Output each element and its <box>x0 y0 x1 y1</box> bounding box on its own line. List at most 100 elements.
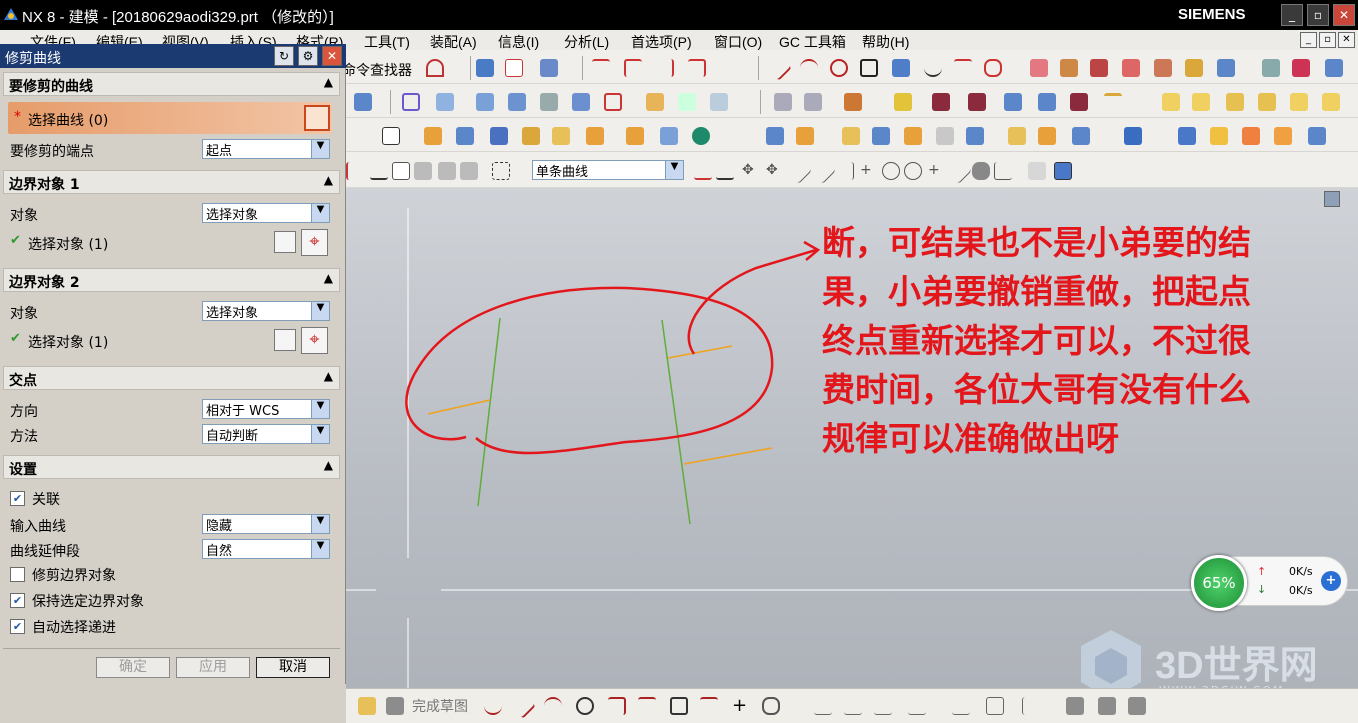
menu-analysis[interactable]: 分析(L) <box>564 32 609 52</box>
chamfer-icon[interactable] <box>872 127 890 145</box>
sketch-view-icon[interactable] <box>1066 697 1084 715</box>
boundary1-object-dropdown[interactable]: 选择对象 ▼ <box>202 203 330 223</box>
finish-sketch-label[interactable]: 完成草图 <box>412 696 468 716</box>
measure-icon[interactable] <box>894 93 912 111</box>
box-icon-f[interactable] <box>1322 93 1340 111</box>
follow-fillet-icon[interactable] <box>716 162 734 180</box>
quick-trim-icon[interactable] <box>814 697 832 715</box>
info-icon[interactable] <box>540 59 558 77</box>
offset-face-icon[interactable] <box>1262 59 1280 77</box>
sketch-point-icon[interactable]: + <box>732 695 750 716</box>
apply-button[interactable]: 应用 <box>176 657 250 678</box>
section-intersection[interactable]: 交点 ▲ <box>3 366 340 390</box>
trim-boundary-checkbox[interactable] <box>10 567 25 582</box>
collapse-icon[interactable]: ▲ <box>324 75 333 89</box>
reattach-icon[interactable] <box>1098 697 1116 715</box>
intersect-curve-icon[interactable] <box>1154 59 1172 77</box>
section-settings[interactable]: 设置 ▲ <box>3 455 340 479</box>
select-all-icon[interactable] <box>392 162 410 180</box>
add-icon[interactable]: + <box>1321 571 1341 591</box>
project-icon[interactable] <box>1122 59 1140 77</box>
patch-icon[interactable] <box>804 93 822 111</box>
delete-face-icon[interactable] <box>1072 127 1090 145</box>
quadrant-snap-icon[interactable] <box>904 162 922 180</box>
box-icon-e[interactable] <box>1290 93 1308 111</box>
point-on-curve-snap-icon[interactable] <box>946 158 972 184</box>
existing-point-snap-icon[interactable]: + <box>928 162 946 180</box>
unite-icon[interactable] <box>490 127 508 145</box>
add-point-icon[interactable] <box>274 329 296 351</box>
shell-icon[interactable] <box>936 127 954 145</box>
thread-icon[interactable] <box>660 127 678 145</box>
input-curve-dropdown[interactable]: 隐藏 ▼ <box>202 514 330 534</box>
boundary-line-right[interactable] <box>661 319 691 525</box>
draft-icon[interactable] <box>904 127 922 145</box>
select-object-label-1[interactable]: 选择对象 (1) <box>28 234 108 254</box>
corner-icon[interactable] <box>688 59 706 77</box>
doc-close-button[interactable]: ✕ <box>1338 32 1355 48</box>
edge-blend-icon[interactable] <box>842 127 860 145</box>
line-icon[interactable] <box>766 55 792 81</box>
extract-icon[interactable] <box>1217 59 1235 77</box>
auto-progress-checkbox[interactable]: ✔ <box>10 619 25 634</box>
feature-icon-b[interactable] <box>968 93 986 111</box>
menu-help[interactable]: 帮助(H) <box>862 32 909 52</box>
feature-icon-c[interactable] <box>1004 93 1022 111</box>
sketch-spline-icon[interactable] <box>700 697 718 715</box>
feature-icon-a[interactable] <box>932 93 950 111</box>
sketch-task-icon[interactable] <box>358 697 376 715</box>
control-point-snap-icon[interactable] <box>836 162 854 180</box>
through-curves-icon[interactable] <box>436 93 454 111</box>
rectangle-icon[interactable] <box>860 59 878 77</box>
cone-icon[interactable] <box>1210 127 1228 145</box>
box-icon-c[interactable] <box>1226 93 1244 111</box>
bounded-grid-snap-icon[interactable] <box>994 162 1012 180</box>
graphics-corner-button[interactable] <box>1324 191 1340 207</box>
hole-icon[interactable] <box>586 127 604 145</box>
profile-icon[interactable] <box>484 697 502 715</box>
endpoint-dropdown[interactable]: 起点 ▼ <box>202 139 330 159</box>
menu-window[interactable]: 窗口(O) <box>714 32 762 52</box>
datum-plane-icon[interactable] <box>354 93 372 111</box>
selection-intent-icon[interactable] <box>460 162 478 180</box>
finish-sketch-icon[interactable] <box>386 697 404 715</box>
selection-box-icon[interactable] <box>492 162 510 180</box>
n-sided-icon[interactable] <box>572 93 590 111</box>
boss-icon[interactable] <box>626 127 644 145</box>
bounded-plane-icon[interactable] <box>604 93 622 111</box>
rotate-icon[interactable]: ✥ <box>766 162 784 180</box>
section-boundary-1[interactable]: 边界对象 1 ▲ <box>3 170 340 194</box>
pattern-icon[interactable] <box>766 127 784 145</box>
studio-spline-icon[interactable] <box>954 59 972 77</box>
boundary2-object-dropdown[interactable]: 选择对象 ▼ <box>202 301 330 321</box>
collapse-icon[interactable]: ▲ <box>324 271 333 285</box>
blend-face-icon[interactable] <box>1242 127 1260 145</box>
gauge-icon[interactable] <box>1325 59 1343 77</box>
intersection-snap-icon[interactable]: + <box>860 162 878 180</box>
extension-dropdown[interactable]: 自然 ▼ <box>202 539 330 559</box>
point-icon[interactable] <box>505 59 523 77</box>
block-icon[interactable] <box>1124 127 1142 145</box>
sketch-arc-icon[interactable] <box>544 697 562 715</box>
offset-region-icon[interactable] <box>966 127 984 145</box>
command-finder-label[interactable]: 命令查找器 <box>342 60 412 80</box>
midpoint-snap-icon[interactable] <box>810 158 836 184</box>
feature-icon-d[interactable] <box>1038 93 1056 111</box>
mirror-icon[interactable] <box>796 127 814 145</box>
quick-extend-icon[interactable] <box>844 697 862 715</box>
network-percent[interactable]: 65% <box>1191 555 1247 611</box>
curve-rule-dropdown[interactable]: 单条曲线 ▼ <box>532 160 684 180</box>
make-corner-icon[interactable] <box>874 697 892 715</box>
replace-face-icon[interactable] <box>1038 127 1056 145</box>
associative-checkbox[interactable]: ✔ <box>10 491 25 506</box>
sphere-icon[interactable] <box>692 127 710 145</box>
method-dropdown[interactable]: 自动判断 ▼ <box>202 424 330 444</box>
studio-surface-icon[interactable] <box>540 93 558 111</box>
trim-icon[interactable] <box>592 59 610 77</box>
law-extension-icon[interactable] <box>678 93 696 111</box>
sketch-fillet-icon[interactable] <box>608 697 626 715</box>
ok-button[interactable]: 确定 <box>96 657 170 678</box>
gear-icon[interactable]: ⚙ <box>298 46 318 66</box>
sketch-line-icon[interactable] <box>510 693 536 719</box>
arc-tool-icon[interactable] <box>800 59 818 77</box>
